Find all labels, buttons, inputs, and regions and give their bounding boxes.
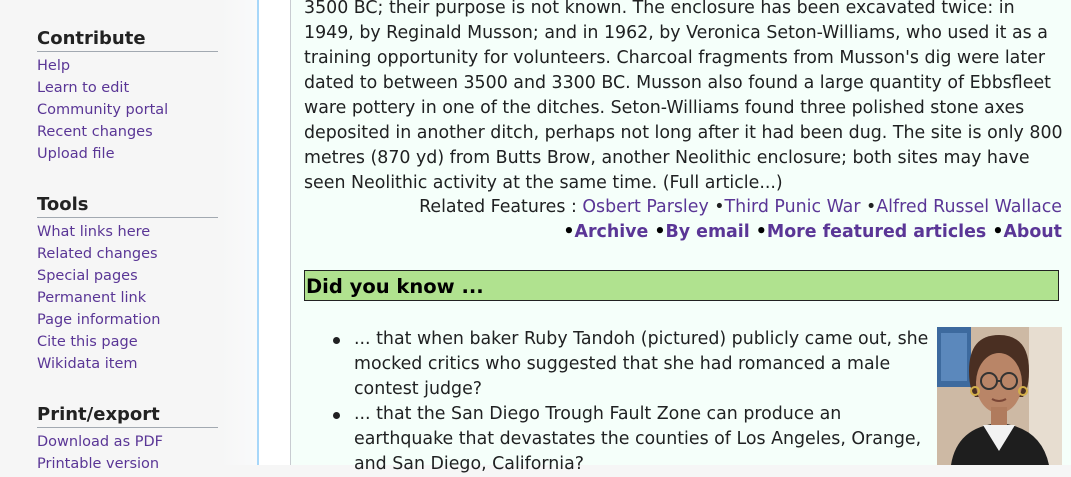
related-features: Related Features : Osbert Parsley •Third… xyxy=(419,197,1062,217)
related-features-label: Related Features : xyxy=(419,197,577,217)
sidebar-item-special-pages[interactable]: Special pages xyxy=(37,268,138,284)
portlet-contribute: Contribute Help Learn to edit Community … xyxy=(37,28,218,165)
ruby-tandoh-photo[interactable] xyxy=(937,327,1062,465)
featured-links: •Archive •By email •More featured articl… xyxy=(563,222,1062,242)
portrait-image xyxy=(937,327,1062,465)
tools-heading: Tools xyxy=(37,194,218,218)
print-export-heading: Print/export xyxy=(37,404,218,428)
sidebar-item-related-changes[interactable]: Related changes xyxy=(37,246,158,262)
sidebar-item-upload-file[interactable]: Upload file xyxy=(37,146,115,162)
related-link-third-punic-war[interactable]: Third Punic War xyxy=(725,197,861,217)
related-link-alfred-russel-wallace[interactable]: Alfred Russel Wallace xyxy=(876,197,1062,217)
did-you-know-heading: Did you know ... xyxy=(304,270,1059,301)
sidebar-item-download-pdf[interactable]: Download as PDF xyxy=(37,434,163,450)
featured-article-text: 3500 BC; their purpose is not known. The… xyxy=(304,0,1063,193)
list-item: ... that when baker Ruby Tandoh (picture… xyxy=(330,327,930,402)
sidebar-item-help[interactable]: Help xyxy=(37,58,70,74)
list-item: ... that the San Diego Trough Fault Zone… xyxy=(330,402,930,477)
archive-link[interactable]: Archive xyxy=(575,222,649,242)
sidebar-item-learn-to-edit[interactable]: Learn to edit xyxy=(37,80,129,96)
by-email-link[interactable]: By email xyxy=(666,222,750,242)
portlet-tools: Tools What links here Related changes Sp… xyxy=(37,194,218,375)
sidebar-item-wikidata-item[interactable]: Wikidata item xyxy=(37,356,138,372)
related-link-osbert-parsley[interactable]: Osbert Parsley xyxy=(582,197,708,217)
sidebar-item-permanent-link[interactable]: Permanent link xyxy=(37,290,146,306)
sidebar-item-cite-this-page[interactable]: Cite this page xyxy=(37,334,138,350)
contribute-heading: Contribute xyxy=(37,28,218,52)
sidebar-item-community-portal[interactable]: Community portal xyxy=(37,102,168,118)
sidebar-item-what-links-here[interactable]: What links here xyxy=(37,224,150,240)
more-featured-articles-link[interactable]: More featured articles xyxy=(767,222,986,242)
sidebar: Contribute Help Learn to edit Community … xyxy=(0,0,258,472)
about-link[interactable]: About xyxy=(1003,222,1062,242)
sidebar-item-page-information[interactable]: Page information xyxy=(37,312,160,328)
sidebar-item-printable-version[interactable]: Printable version xyxy=(37,456,159,472)
portlet-print-export: Print/export Download as PDF Printable v… xyxy=(37,404,218,475)
did-you-know-list: ... that when baker Ruby Tandoh (picture… xyxy=(330,327,930,477)
sidebar-item-recent-changes[interactable]: Recent changes xyxy=(37,124,153,140)
featured-article: 3500 BC; their purpose is not known. The… xyxy=(304,0,1064,196)
